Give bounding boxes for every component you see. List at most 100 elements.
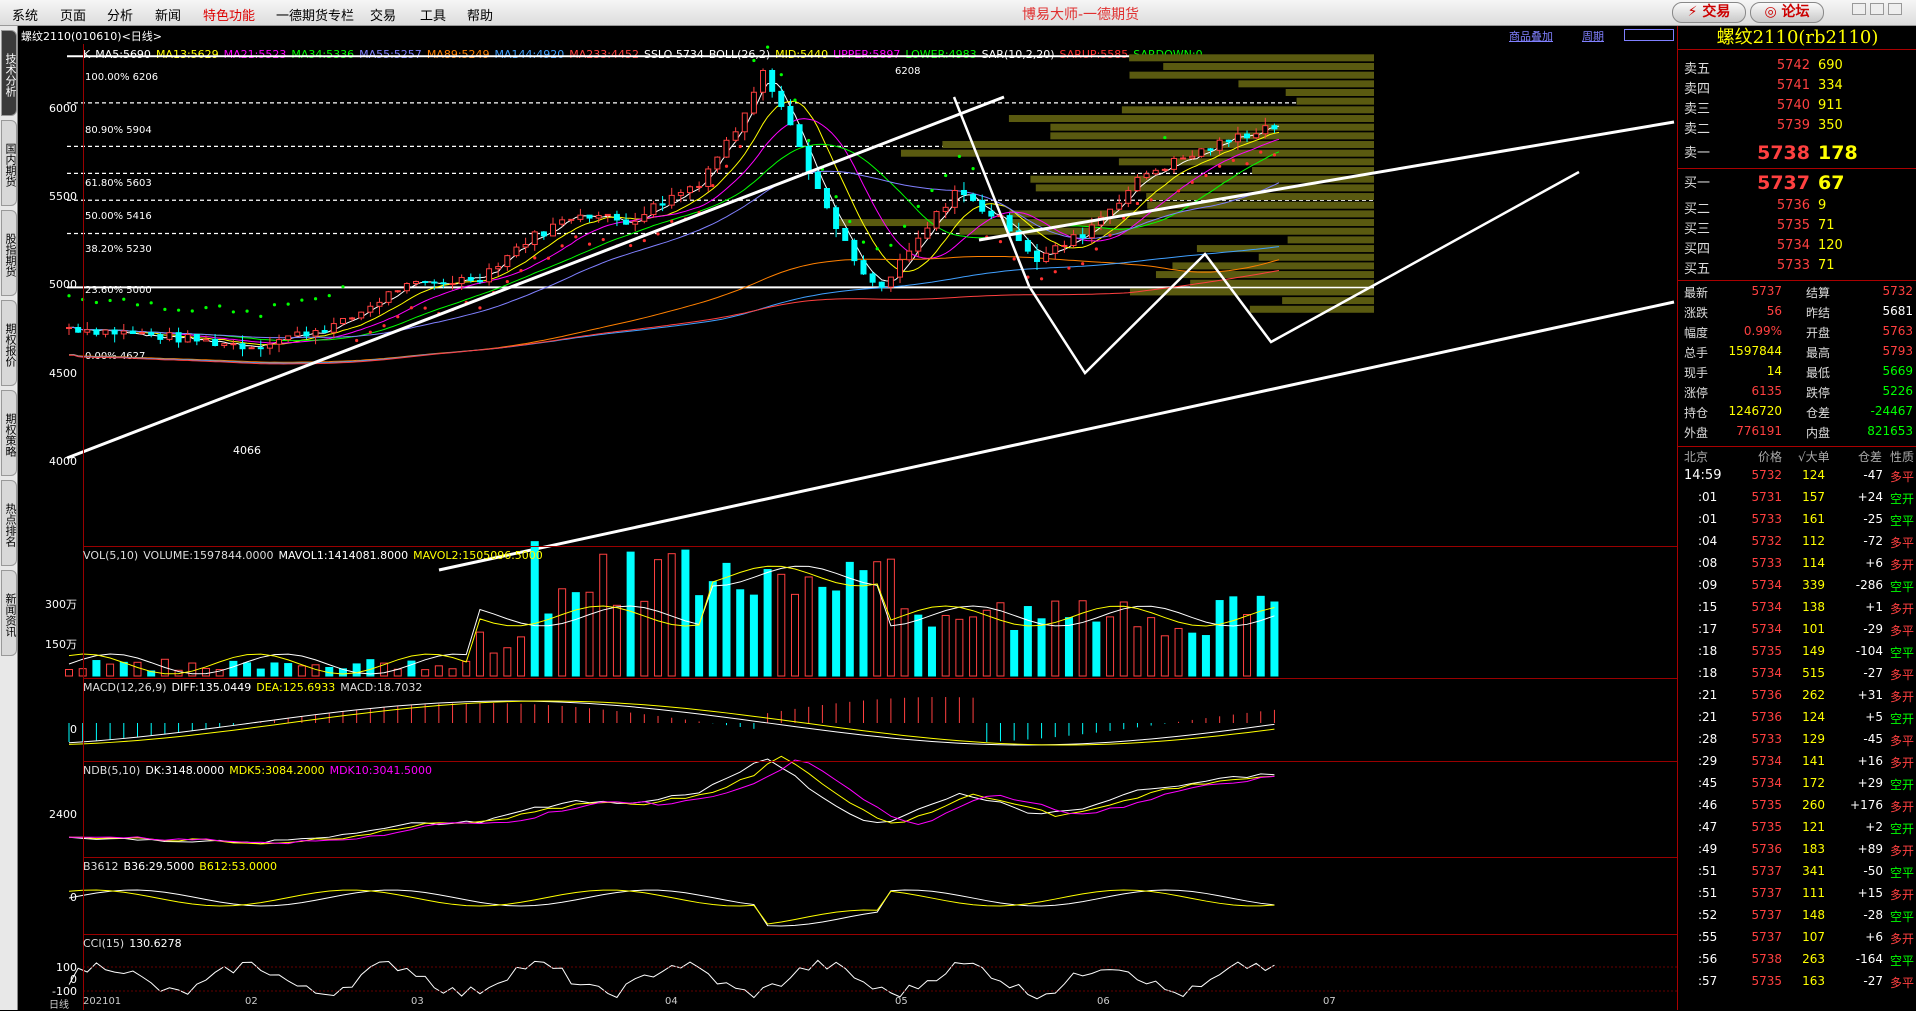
tick-row[interactable]: :51 5737 341 -50 空平 <box>1678 864 1916 886</box>
bid-row[interactable]: 买五 5733 71 <box>1678 258 1916 278</box>
tab-option-strategy[interactable]: 期权策略 <box>1 390 17 476</box>
volume-bar <box>599 553 608 677</box>
tick-volume: 263 <box>1802 952 1825 966</box>
sar-dot <box>300 298 304 302</box>
tick-row[interactable]: :47 5735 121 +2 空开 <box>1678 820 1916 842</box>
tick-row[interactable]: :18 5734 515 -27 多平 <box>1678 666 1916 688</box>
tick-time: :56 <box>1698 952 1718 966</box>
tick-row[interactable]: :09 5734 339 -286 空平 <box>1678 578 1916 600</box>
tick-row[interactable]: :01 5731 157 +24 空开 <box>1678 490 1916 512</box>
candle-body <box>257 347 264 350</box>
tab-hot-ranking[interactable]: 热点排名 <box>1 480 17 566</box>
tick-oi-change: -27 <box>1863 666 1883 680</box>
candle-body <box>476 279 483 283</box>
tick-time: :55 <box>1698 930 1718 944</box>
candle-body <box>166 332 173 340</box>
order-book-divider <box>1678 168 1916 169</box>
volume-bar <box>352 663 361 677</box>
tick-row[interactable]: :21 5736 124 +5 空开 <box>1678 710 1916 732</box>
tab-technical-analysis[interactable]: 技术分析 <box>1 30 17 116</box>
candle-body <box>349 317 356 320</box>
tick-header-label: √大单 <box>1798 450 1830 464</box>
tick-oi-change: -47 <box>1863 468 1883 482</box>
tick-row[interactable]: :17 5734 101 -29 多平 <box>1678 622 1916 644</box>
kline-chart-area[interactable]: 螺纹2110(010610)<日线> 商品叠加 周期 K MA5:5690 MA13… <box>19 26 1677 1011</box>
tick-row[interactable]: :21 5736 262 +31 多开 <box>1678 688 1916 710</box>
tab-domestic-futures[interactable]: 国内期货 <box>1 120 17 206</box>
tick-price: 5732 <box>1751 534 1782 548</box>
menu-system[interactable]: 系统 <box>12 5 38 24</box>
restore-icon[interactable] <box>1870 3 1884 15</box>
tick-oi-change: +5 <box>1865 710 1883 724</box>
close-icon[interactable] <box>1888 3 1902 15</box>
candle-body <box>577 214 584 220</box>
tick-row[interactable]: :15 5734 138 +1 多开 <box>1678 600 1916 622</box>
trade-button[interactable]: ⚡ 交易 <box>1672 2 1746 23</box>
bid-row[interactable]: 买二 5736 9 <box>1678 198 1916 218</box>
ask-row[interactable]: 卖四 5741 334 <box>1678 78 1916 98</box>
tab-index-futures[interactable]: 股指期货 <box>1 210 17 296</box>
ask-row[interactable]: 卖二 5739 350 <box>1678 118 1916 138</box>
volume-bar <box>859 570 868 677</box>
menu-news[interactable]: 新闻 <box>155 5 181 24</box>
tick-row[interactable]: :52 5737 148 -28 空平 <box>1678 908 1916 930</box>
candle-body <box>951 189 958 208</box>
forum-button[interactable]: ◎ 论坛 <box>1750 2 1824 23</box>
quote-label: 最新 <box>1684 286 1709 300</box>
tick-row[interactable]: :56 5738 263 -164 空平 <box>1678 952 1916 974</box>
bid-row[interactable]: 买一 5737 67 <box>1678 172 1916 194</box>
vol-header: VOL(5,10) VOLUME:1597844.0000 MAVOL1:14140… <box>83 549 543 562</box>
ask-row[interactable]: 卖五 5742 690 <box>1678 58 1916 78</box>
tick-row[interactable]: :28 5733 129 -45 多平 <box>1678 732 1916 754</box>
menu-tools[interactable]: 工具 <box>420 5 446 24</box>
candle-body <box>458 277 465 285</box>
tab-news-info[interactable]: 新闻资讯 <box>1 570 17 656</box>
volume-bar <box>1010 629 1019 677</box>
candle-body <box>248 347 255 350</box>
volume-bar <box>1051 600 1060 677</box>
ask-row[interactable]: 卖三 5740 911 <box>1678 98 1916 118</box>
trend-line <box>438 300 1675 572</box>
menu-trade[interactable]: 交易 <box>370 5 396 24</box>
sar-dot <box>587 242 592 246</box>
candle-body <box>120 330 127 335</box>
tick-row[interactable]: 14:59 5732 124 -47 多平 <box>1678 468 1916 490</box>
tick-price: 5731 <box>1751 490 1782 504</box>
tick-row[interactable]: :55 5737 107 +6 多开 <box>1678 930 1916 952</box>
candle-body <box>1180 157 1187 160</box>
menu-features[interactable]: 特色功能 <box>203 5 255 24</box>
bid-row[interactable]: 买三 5735 71 <box>1678 218 1916 238</box>
tick-oi-change: +15 <box>1857 886 1883 900</box>
tab-option-quotes[interactable]: 期权报价 <box>1 300 17 386</box>
tick-row[interactable]: :01 5733 161 -25 空平 <box>1678 512 1916 534</box>
tick-oi-change: +6 <box>1865 556 1883 570</box>
volume-bar <box>654 559 663 677</box>
tick-row[interactable]: :45 5734 172 +29 空开 <box>1678 776 1916 798</box>
tick-oi-change: +2 <box>1865 820 1883 834</box>
candle-body <box>659 203 666 206</box>
tick-row[interactable]: :57 5735 163 -27 多平 <box>1678 974 1916 996</box>
quote-value: 5732 <box>1882 284 1913 298</box>
sar-dot <box>382 324 386 328</box>
tick-row[interactable]: :49 5736 183 +89 多开 <box>1678 842 1916 864</box>
menu-page[interactable]: 页面 <box>60 5 86 24</box>
tick-row[interactable]: :08 5733 114 +6 多开 <box>1678 556 1916 578</box>
tick-volume: 114 <box>1802 556 1825 570</box>
volume-bar <box>119 661 128 677</box>
volume-bar <box>763 569 772 677</box>
menu-analysis[interactable]: 分析 <box>107 5 133 24</box>
bid-row[interactable]: 买四 5734 120 <box>1678 238 1916 258</box>
sar-dot <box>889 243 893 247</box>
minimize-icon[interactable] <box>1852 3 1866 15</box>
order-volume: 334 <box>1818 78 1843 93</box>
candle-body <box>1043 252 1050 262</box>
menu-help[interactable]: 帮助 <box>467 5 493 24</box>
quote-label: 最低 <box>1806 366 1831 380</box>
tick-row[interactable]: :29 5734 141 +16 多开 <box>1678 754 1916 776</box>
ask-row[interactable]: 卖一 5738 178 <box>1678 142 1916 164</box>
tick-row[interactable]: :51 5737 111 +15 多开 <box>1678 886 1916 908</box>
tick-row[interactable]: :04 5732 112 -72 多平 <box>1678 534 1916 556</box>
menu-yide-column[interactable]: 一德期货专栏 <box>276 5 354 24</box>
tick-row[interactable]: :46 5735 260 +176 多开 <box>1678 798 1916 820</box>
tick-row[interactable]: :18 5735 149 -104 空平 <box>1678 644 1916 666</box>
